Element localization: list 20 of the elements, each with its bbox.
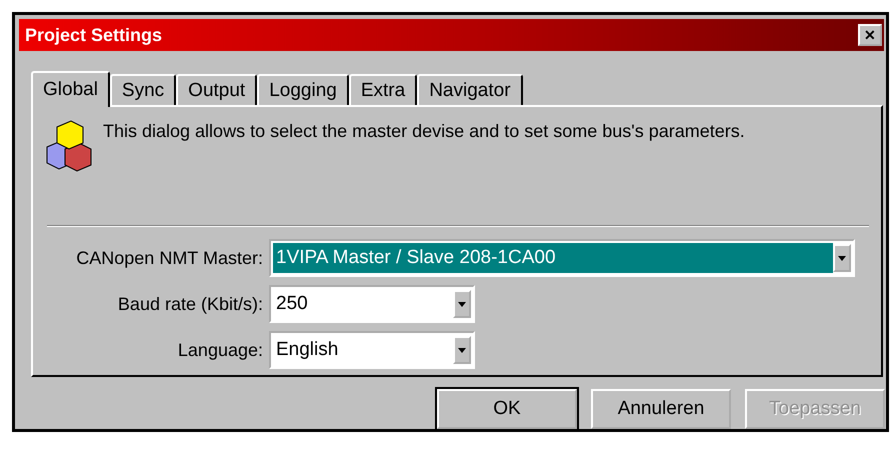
field-label: Baud rate (Kbit/s):: [116, 294, 264, 314]
tab[interactable]: Logging: [257, 74, 349, 105]
dialog-button[interactable]: OK: [437, 389, 577, 429]
caret-icon: [458, 348, 466, 352]
close-button[interactable]: ✕: [858, 24, 882, 46]
dropdown-field[interactable]: 250: [269, 285, 475, 323]
tab[interactable]: Global: [31, 71, 110, 107]
field-label: Language:: [176, 340, 264, 360]
caret-icon: [458, 302, 466, 306]
description-text: This dialog allows to select the master devise and to set some bus's parameters.: [103, 121, 745, 142]
tab[interactable]: Sync: [110, 74, 176, 105]
caret-icon: [838, 256, 846, 260]
dialog-button[interactable]: Annuleren: [591, 389, 731, 429]
tab[interactable]: Output: [176, 74, 258, 105]
tab[interactable]: Navigator: [417, 74, 523, 105]
dropdown-field[interactable]: English: [269, 331, 475, 369]
field-label: CANopen NMT Master:: [75, 248, 264, 268]
window-title: Project Settings: [25, 24, 162, 46]
dropdown-field[interactable]: 1VIPA Master / Slave 208-1CA00: [269, 239, 855, 277]
tab[interactable]: Extra: [348, 74, 418, 105]
